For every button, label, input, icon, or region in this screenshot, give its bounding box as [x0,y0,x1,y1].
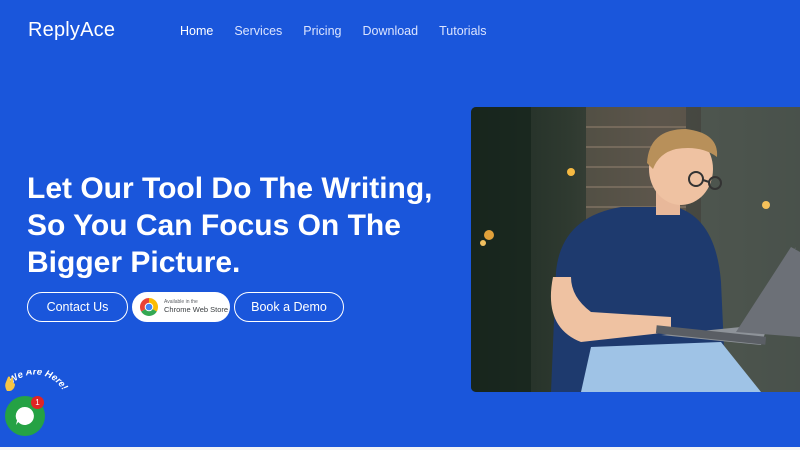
badge-store-name: Chrome Web Store [164,305,229,315]
chrome-web-store-badge[interactable]: Available in the Chrome Web Store [132,292,230,322]
book-demo-button[interactable]: Book a Demo [234,292,344,322]
hero-photo [471,107,800,392]
cta-row: Contact Us Available in the Chrome Web S… [27,292,344,322]
navbar: ReplyAce Home Services Pricing Download … [0,0,800,62]
svg-text:We Are Here!: We Are Here! [7,370,70,392]
nav-link-home[interactable]: Home [180,24,213,38]
nav-link-download[interactable]: Download [363,24,419,38]
hero-title: Let Our Tool Do The Writing, So You Can … [27,170,467,281]
chat-tagline: We Are Here! [7,370,70,392]
chrome-icon [140,298,158,316]
unread-count-badge: 1 [31,396,44,409]
hero-title-line: Let Our Tool Do The Writing, [27,172,433,205]
brand-logo[interactable]: ReplyAce [28,19,115,42]
hero-title-line: Bigger Picture. [27,246,241,279]
nav-link-services[interactable]: Services [234,24,282,38]
hero-title-line: So You Can Focus On The [27,209,401,242]
contact-us-button[interactable]: Contact Us [27,292,128,322]
waving-hand-icon [5,376,15,391]
chat-bubble-icon [15,406,34,425]
nav-link-pricing[interactable]: Pricing [303,24,341,38]
badge-text: Available in the Chrome Web Store [164,300,228,314]
chat-widget: We Are Here! 1 [0,370,70,445]
nav-link-tutorials[interactable]: Tutorials [439,24,486,38]
person-with-laptop-illustration [471,107,800,392]
nav-links: Home Services Pricing Download Tutorials [180,24,487,38]
